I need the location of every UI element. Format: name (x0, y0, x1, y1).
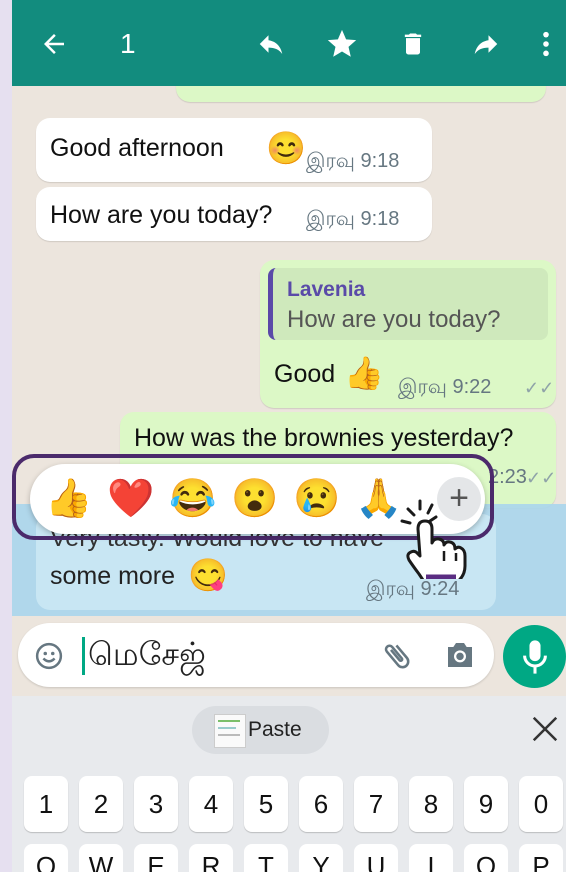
key-p[interactable]: P (519, 844, 563, 872)
message-text: some more (50, 562, 176, 590)
attach-icon[interactable] (380, 639, 414, 678)
reaction-surprised[interactable]: 😮 (230, 476, 280, 522)
message-input[interactable]: மெசேஜ் (88, 636, 206, 677)
key-y[interactable]: Y (299, 844, 343, 872)
message-text: How are you today? (50, 201, 273, 229)
key-i[interactable]: I (409, 844, 453, 872)
forward-icon[interactable] (464, 22, 508, 66)
key-3[interactable]: 3 (134, 776, 178, 832)
camera-icon[interactable] (444, 640, 476, 675)
whatsapp-screen: 1 Good afternoon 😊 இரவு 9:18 How are you… (12, 0, 566, 872)
message-time: இரவு 9:18 (306, 150, 400, 172)
double-check-icon: ✓✓ (524, 378, 555, 398)
key-w[interactable]: W (79, 844, 123, 872)
key-t[interactable]: T (244, 844, 288, 872)
message-bubble-incoming[interactable]: Good afternoon 😊 இரவு 9:18 (36, 118, 432, 182)
emoji-icon[interactable] (34, 641, 64, 676)
reaction-laughing[interactable]: 😂 (168, 476, 218, 522)
close-icon[interactable] (530, 714, 560, 749)
quoted-text: How are you today? (287, 306, 501, 333)
key-9[interactable]: 9 (464, 776, 508, 832)
text-cursor (82, 637, 85, 675)
message-bubble-incoming[interactable]: How are you today? இரவு 9:18 (36, 187, 432, 241)
key-5[interactable]: 5 (244, 776, 288, 832)
smiling-emoji: 😊 (266, 130, 306, 166)
reply-icon[interactable] (249, 22, 293, 66)
key-r[interactable]: R (189, 844, 233, 872)
yummy-emoji: 😋 (188, 557, 228, 593)
clipboard-thumbnail (214, 714, 246, 748)
selection-toolbar: 1 (12, 0, 566, 86)
key-o[interactable]: O (464, 844, 508, 872)
quoted-message[interactable]: Lavenia How are you today? (268, 268, 548, 340)
message-time: இரவு 9:18 (306, 208, 400, 230)
key-0[interactable]: 0 (519, 776, 563, 832)
key-6[interactable]: 6 (299, 776, 343, 832)
key-u[interactable]: U (354, 844, 398, 872)
message-text: Good afternoon (50, 134, 224, 162)
message-bubble-outgoing-reply[interactable]: Lavenia How are you today? Good 👍 இரவு 9… (260, 260, 556, 408)
message-input-bar: மெசேஜ் (12, 616, 566, 696)
reaction-heart[interactable]: ❤️ (106, 476, 156, 522)
quoted-sender-name: Lavenia (287, 278, 366, 301)
paste-chip[interactable]: Paste (192, 706, 329, 754)
keyboard: Paste 1 2 3 4 5 6 7 8 9 0 Q W E R T Y U … (12, 696, 566, 872)
key-e[interactable]: E (134, 844, 178, 872)
key-2[interactable]: 2 (79, 776, 123, 832)
delete-icon[interactable] (391, 22, 435, 66)
thumbs-up-emoji: 👍 (344, 355, 384, 391)
message-input-container[interactable]: மெசேஜ் (18, 623, 494, 687)
mic-button[interactable] (503, 625, 566, 688)
key-7[interactable]: 7 (354, 776, 398, 832)
message-bubble-partial[interactable] (176, 86, 546, 102)
key-q[interactable]: Q (24, 844, 68, 872)
message-text: Good (274, 360, 336, 388)
message-time: இரவு 9:22 (398, 376, 492, 398)
reaction-thumbs-up[interactable]: 👍 (44, 476, 94, 522)
paste-label: Paste (248, 718, 302, 741)
key-8[interactable]: 8 (409, 776, 453, 832)
key-4[interactable]: 4 (189, 776, 233, 832)
double-check-icon: ✓✓ (526, 468, 557, 488)
key-1[interactable]: 1 (24, 776, 68, 832)
tap-pointer-hand-icon (390, 495, 470, 588)
message-text: How was the brownies yesterday? (134, 424, 514, 452)
reaction-sad[interactable]: 😢 (292, 476, 342, 522)
star-icon[interactable] (320, 22, 364, 66)
back-arrow-icon[interactable] (36, 22, 72, 66)
mic-icon (521, 639, 549, 680)
more-vert-icon[interactable] (532, 22, 560, 66)
selected-count: 1 (120, 28, 136, 59)
